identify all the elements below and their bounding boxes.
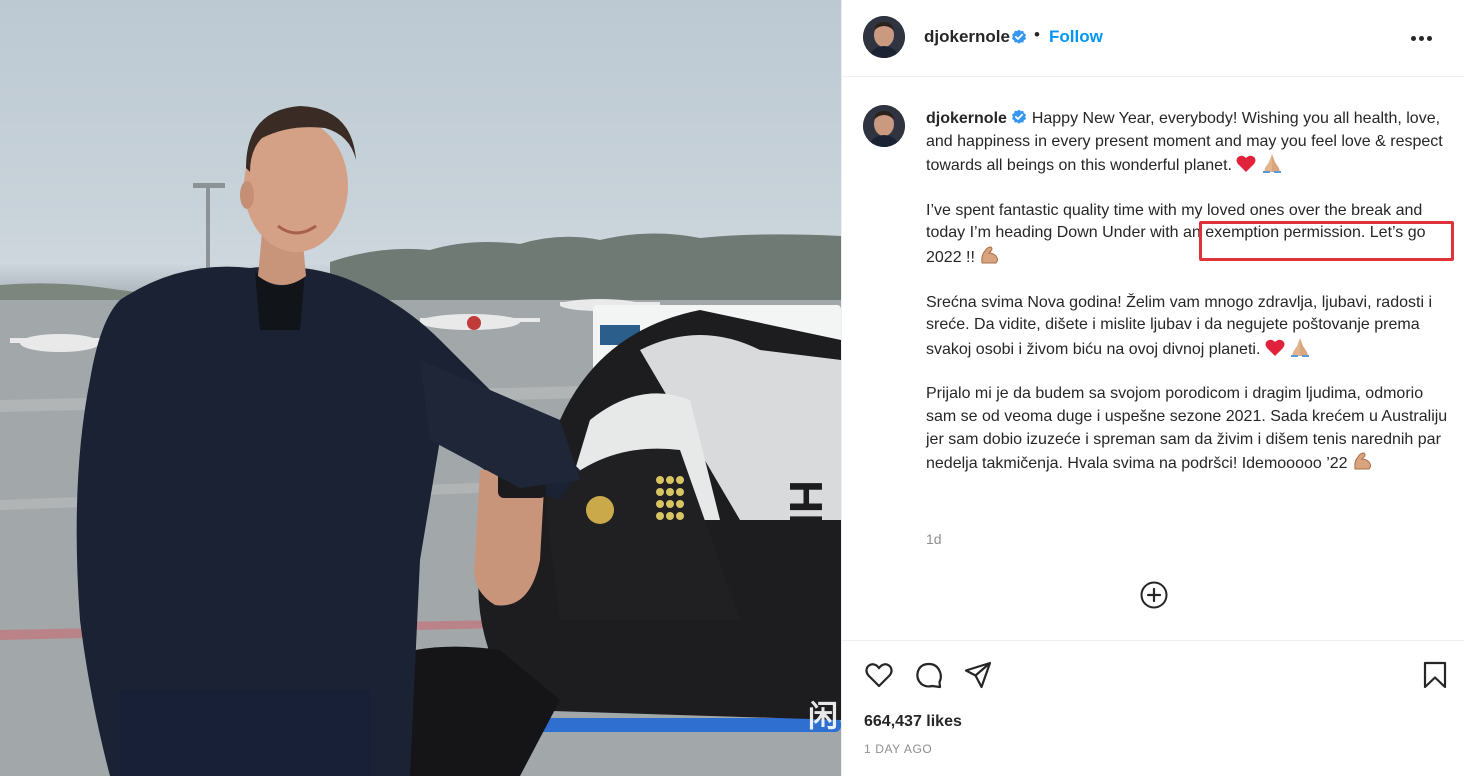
post-timestamp[interactable]: 1 DAY AGO (864, 742, 932, 756)
caption-text-3: Srećna svima Nova godina! Želim vam mnog… (926, 293, 1432, 358)
post-sidebar: djokernole • Follow djokernole Happy New… (841, 0, 1464, 776)
comments-area: djokernole Happy New Year, everybody! Wi… (842, 78, 1464, 640)
folded-hands-emoji-icon (1262, 154, 1281, 174)
caption-paragraph-4: Prijalo mi je da budem sa svojom porodic… (926, 383, 1448, 475)
follow-button[interactable]: Follow (1049, 27, 1103, 47)
flexed-biceps-emoji-icon (981, 246, 999, 264)
folded-hands-emoji-icon (1291, 337, 1310, 357)
caption-paragraph-1: djokernole Happy New Year, everybody! Wi… (926, 108, 1448, 178)
flexed-biceps-emoji-icon (1354, 452, 1372, 470)
more-options-icon[interactable] (1409, 29, 1435, 49)
watermark-text: 闲 (802, 700, 837, 730)
caption-username[interactable]: djokernole (926, 110, 1007, 127)
heart-icon[interactable] (864, 660, 894, 690)
post-photo[interactable]: HEAD 闲 (0, 0, 841, 776)
verified-badge-icon (1012, 29, 1026, 44)
post-actions: 664,437 likes 1 DAY AGO (842, 640, 1464, 776)
photo-illustration: HEAD (0, 106, 841, 776)
caption-avatar[interactable] (863, 105, 905, 147)
red-heart-emoji-icon (1265, 339, 1285, 356)
share-icon[interactable] (963, 660, 993, 690)
username-link[interactable]: djokernole (924, 27, 1010, 47)
caption-paragraph-3: Srećna svima Nova godina! Želim vam mnog… (926, 292, 1448, 362)
add-comment-icon[interactable] (1139, 580, 1169, 610)
post-header: djokernole • Follow (842, 0, 1464, 77)
highlight-annotation-box (1199, 221, 1454, 261)
verified-badge-icon (1012, 109, 1027, 124)
separator-dot: • (1034, 25, 1040, 44)
bag-brand-text: HEAD (780, 480, 832, 610)
post-caption: djokernole Happy New Year, everybody! Wi… (926, 108, 1448, 498)
red-heart-emoji-icon (1236, 155, 1256, 173)
avatar[interactable] (863, 16, 905, 58)
caption-timestamp[interactable]: 1d (926, 531, 942, 547)
likes-count[interactable]: 664,437 likes (864, 713, 962, 731)
bookmark-icon[interactable] (1420, 660, 1450, 690)
comment-icon[interactable] (914, 660, 944, 690)
